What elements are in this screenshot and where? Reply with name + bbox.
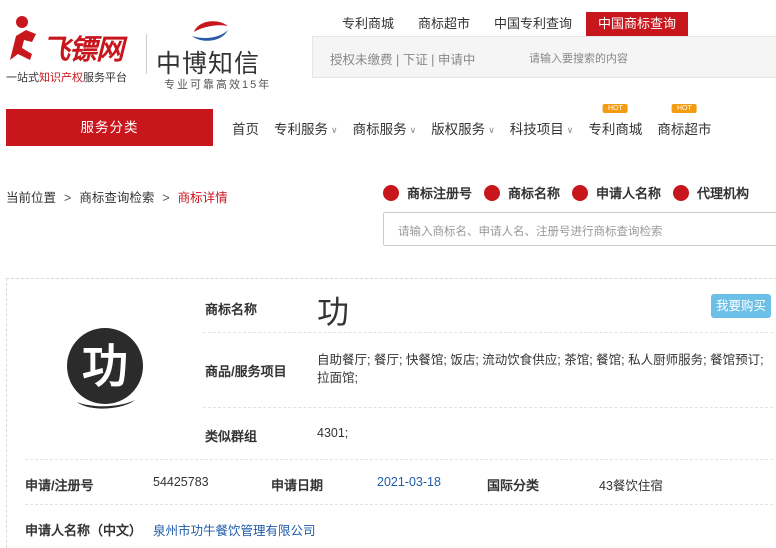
- chevron-down-icon: ∨: [566, 124, 574, 135]
- zhongbo-logo-subtitle: 专业可靠高效15年: [164, 79, 272, 91]
- nav-item-tech-projects[interactable]: 科技项目 ∨: [510, 118, 574, 138]
- radio-applicant-name[interactable]: 申请人名称: [572, 183, 661, 202]
- breadcrumb-current-location: 当前位置: [6, 191, 57, 205]
- reg-no-label: 申请/注册号: [25, 478, 94, 493]
- trademark-image-glyph: 功: [82, 339, 128, 393]
- radio-trademark-name[interactable]: 商标名称: [484, 183, 560, 202]
- trademark-name-label: 商标名称: [205, 302, 258, 317]
- tab-patent-mall[interactable]: 专利商城: [330, 12, 406, 36]
- trademark-detail-card: 功 商标名称 功 我要购买 商品/服务项目 自助餐厅; 餐厅; 快餐馆; 饭店;…: [6, 278, 776, 548]
- radio-dot-icon: [383, 184, 399, 201]
- row-divider: [203, 407, 773, 408]
- search-tip[interactable]: 授权未缴费 | 下证 | 申请中: [330, 49, 475, 68]
- search-placeholder: 请输入要搜索的内容: [529, 53, 628, 65]
- nav-item-trademark-service[interactable]: 商标服务 ∨: [353, 118, 417, 138]
- service-category-button[interactable]: 服务分类: [6, 109, 213, 146]
- nav-item-trademark-market[interactable]: HOT 商标超市: [657, 103, 711, 138]
- radio-dot-icon: [673, 184, 690, 201]
- nav-item-patent-mall[interactable]: HOT 专利商城: [588, 103, 642, 138]
- feibiao-logo-text: 飞镖网: [42, 34, 124, 65]
- trademark-search-placeholder: 请输入商标名、申请人名、注册号进行商标查询检索: [398, 226, 663, 238]
- similar-group-label: 类似群组: [205, 429, 258, 444]
- breadcrumb: 当前位置 > 商标查询检索 > 商标详情: [6, 191, 228, 205]
- nav-item-copyright-service[interactable]: 版权服务 ∨: [431, 118, 495, 138]
- row-divider: [203, 332, 773, 333]
- hot-badge: HOT: [671, 103, 697, 113]
- applicant-value[interactable]: 泉州市功牛餐饮管理有限公司: [153, 520, 316, 539]
- nav-item-patent-service[interactable]: 专利服务 ∨: [274, 118, 338, 138]
- row-divider: [25, 459, 773, 460]
- zhongbo-logo-text: 中博知信: [156, 50, 261, 78]
- buy-button[interactable]: 我要购买: [711, 294, 771, 318]
- applicant-label: 申请人名称（中文）: [25, 523, 143, 538]
- trademark-name: 功: [317, 294, 350, 330]
- row-divider: [25, 504, 773, 505]
- radio-reg-number[interactable]: 商标注册号: [383, 183, 472, 202]
- trademark-search-input[interactable]: 请输入商标名、申请人名、注册号进行商标查询检索: [383, 212, 776, 246]
- logo-slogan: 一站式知识产权服务平台: [6, 72, 127, 84]
- hot-badge: HOT: [602, 103, 628, 113]
- tab-trademark-market[interactable]: 商标超市: [406, 12, 482, 36]
- apply-date-label: 申请日期: [271, 478, 324, 493]
- intl-class-value: 43餐饮住宿: [599, 479, 663, 493]
- goods-label: 商品/服务项目: [205, 364, 287, 379]
- logo-divider: [146, 34, 147, 74]
- breadcrumb-search[interactable]: 商标查询检索: [79, 191, 154, 205]
- runner-logo-icon: [10, 16, 36, 60]
- similar-group-value: 4301;: [317, 426, 349, 440]
- tab-patent-query[interactable]: 中国专利查询: [482, 12, 584, 36]
- top-tabs: 专利商城 商标超市 中国专利查询 中国商标查询: [330, 12, 689, 36]
- main-nav: 首页 专利服务 ∨ 商标服务 ∨ 版权服务 ∨ 科技项目 ∨ HOT 专利商城 HOT 商标…: [232, 103, 726, 146]
- site-logo[interactable]: 飞镖网 一站式知识产权服务平台 中博知信 专业可靠高效15年: [6, 14, 296, 91]
- apply-date-value: 2021-03-18: [377, 475, 441, 489]
- search-type-selector: 商标注册号 商标名称 申请人名称 代理机构: [383, 183, 761, 202]
- chevron-down-icon: ∨: [331, 124, 338, 135]
- radio-dot-icon: [484, 184, 501, 201]
- intl-class-label: 国际分类: [487, 478, 540, 493]
- chevron-down-icon: ∨: [488, 124, 495, 135]
- breadcrumb-detail: 商标详情: [177, 191, 228, 205]
- zhongbo-logo-icon: [192, 21, 228, 41]
- goods-list: 自助餐厅; 餐厅; 快餐馆; 饭店; 流动饮食供应; 茶馆; 餐馆; 私人厨师服…: [317, 353, 764, 385]
- tab-trademark-query[interactable]: 中国商标查询: [586, 12, 689, 36]
- radio-dot-icon: [572, 184, 589, 201]
- reg-no-value: 54425783: [153, 475, 209, 489]
- chevron-down-icon: ∨: [409, 124, 417, 135]
- trademark-image: 功: [67, 328, 143, 409]
- radio-agency[interactable]: 代理机构: [673, 183, 749, 202]
- nav-item-home[interactable]: 首页: [232, 118, 259, 138]
- header-search-input[interactable]: 授权未缴费 | 下证 | 申请中 请输入要搜索的内容: [312, 36, 776, 78]
